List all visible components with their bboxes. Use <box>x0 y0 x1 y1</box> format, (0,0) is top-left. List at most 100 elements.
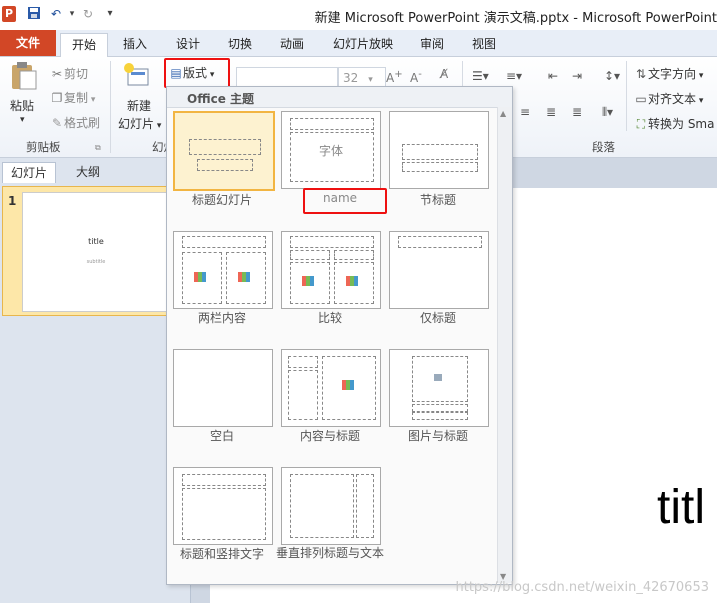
slides-outline-pane: 幻灯片 大纲 ✕ 1 title subtitle <box>0 158 191 603</box>
new-slide-dropdown-icon: ▾ <box>154 121 162 131</box>
layout-label: 垂直排列标题与文本 <box>275 546 384 560</box>
tab-design[interactable]: 设计 <box>168 33 208 55</box>
distribute-icon[interactable]: ≣ <box>572 105 582 119</box>
gallery-header-text: Office 主题 <box>187 92 255 106</box>
smartart-icon: ⛶ <box>636 117 646 131</box>
watermark-text: https://blog.csdn.net/weixin_42670653 <box>455 580 709 595</box>
layout-icon: ▤ <box>170 66 182 80</box>
layout-label: 版式 <box>183 66 208 80</box>
layout-button[interactable]: ▤版式 ▾ <box>169 64 214 81</box>
convert-smartart-button[interactable]: ⛶ 转换为 Sma <box>634 115 715 132</box>
layout-label: name <box>322 191 358 205</box>
copy-dropdown-icon[interactable]: ▾ <box>88 95 96 105</box>
paste-icon[interactable] <box>10 61 38 91</box>
layout-vertical-title-and-text[interactable] <box>281 467 381 545</box>
clipboard-launcher-icon[interactable]: ⧉ <box>95 143 101 153</box>
grow-font-icon[interactable]: A+ <box>386 69 403 85</box>
layout-label: 标题幻灯片 <box>191 193 252 207</box>
tab-slideshow[interactable]: 幻灯片放映 <box>326 33 400 55</box>
align-right-icon[interactable]: ≡ <box>520 105 530 119</box>
new-slide-icon[interactable] <box>122 61 152 89</box>
layout-name[interactable]: 字体 <box>281 111 381 189</box>
layout-label: 空白 <box>209 429 234 443</box>
powerpoint-app-icon[interactable]: P <box>2 6 16 22</box>
tab-animations[interactable]: 动画 <box>272 33 312 55</box>
layout-two-content[interactable] <box>173 231 273 309</box>
customize-quick-access-icon[interactable]: ▾ <box>102 6 118 22</box>
redo-icon[interactable]: ↻ <box>80 6 96 22</box>
font-size-value: 32 <box>343 71 359 85</box>
copy-button[interactable]: 复制 <box>64 91 88 105</box>
align-text-icon: ▭ <box>635 92 647 106</box>
layout-label: 图片与标题 <box>407 429 468 443</box>
text-direction-button[interactable]: ⇅ 文字方向 ▾ <box>634 65 703 82</box>
tab-file[interactable]: 文件 <box>0 30 56 56</box>
align-text-dropdown-icon: ▾ <box>696 96 704 106</box>
format-painter-row[interactable]: ✎ 格式刷 <box>50 114 100 131</box>
layout-label: 内容与标题 <box>299 429 360 443</box>
gallery-scrollbar[interactable]: ▲ ▼ <box>497 107 512 583</box>
title-bar: P ↶ ▾ ↻ ▾ 新建 Microsoft PowerPoint 演示文稿.p… <box>0 0 717 30</box>
paste-button[interactable]: 粘贴 <box>10 97 34 114</box>
layout-label: 节标题 <box>419 193 456 207</box>
new-slide-button[interactable]: 幻灯片 ▾ <box>118 115 161 132</box>
tab-slides-pane[interactable]: 幻灯片 <box>2 162 56 183</box>
tab-insert[interactable]: 插入 <box>114 33 156 55</box>
paragraph-group-label: 段落 <box>592 140 615 154</box>
new-slide-label-line1[interactable]: 新建 <box>127 97 151 114</box>
layout-title-vertical-text[interactable] <box>173 467 273 545</box>
layout-gallery-dropdown: Office 主题 标题幻灯片 字体 name 节标题 两栏内容 比较 仅标题 … <box>166 86 513 585</box>
paste-dropdown-icon[interactable]: ▾ <box>20 115 25 125</box>
tab-transitions[interactable]: 切换 <box>220 33 260 55</box>
save-icon[interactable] <box>26 6 42 22</box>
clipboard-group-label: 剪贴板 <box>26 140 61 154</box>
align-text-label: 对齐文本 <box>648 92 697 106</box>
numbering-icon[interactable]: ≡▾ <box>506 69 522 83</box>
thumbnail-title: title <box>88 237 104 246</box>
format-painter-button[interactable]: 格式刷 <box>64 116 100 130</box>
tab-outline-pane[interactable]: 大纲 <box>60 162 116 182</box>
layout-blank[interactable] <box>173 349 273 427</box>
slide-thumbnail[interactable]: title subtitle <box>22 192 170 312</box>
tab-view[interactable]: 视图 <box>464 33 504 55</box>
copy-row[interactable]: ❐ 复制 ▾ <box>50 89 96 106</box>
layout-label: 标题和竖排文字 <box>179 547 264 561</box>
bullets-icon[interactable]: ☰▾ <box>472 69 489 83</box>
layout-section-header[interactable] <box>389 111 489 189</box>
tab-home[interactable]: 开始 <box>60 33 108 58</box>
align-text-button[interactable]: ▭对齐文本 ▾ <box>634 90 703 107</box>
columns-icon[interactable]: ⫴▾ <box>602 105 613 120</box>
layout-title-only[interactable] <box>389 231 489 309</box>
layout-title-slide[interactable] <box>173 111 275 191</box>
thumbnail-subtitle: subtitle <box>86 259 106 265</box>
text-direction-label: 文字方向 <box>648 67 697 81</box>
layout-content-with-caption[interactable] <box>281 349 381 427</box>
scroll-up-icon[interactable]: ▲ <box>500 109 506 118</box>
layout-picture-with-caption[interactable] <box>389 349 489 427</box>
clear-format-icon[interactable]: A̸ <box>440 67 448 81</box>
layout-label: 比较 <box>317 311 342 325</box>
cut-button[interactable]: 剪切 <box>64 67 88 81</box>
picture-placeholder-icon <box>434 374 442 381</box>
layout-comparison[interactable] <box>281 231 381 309</box>
tab-review[interactable]: 审阅 <box>412 33 452 55</box>
group-divider <box>110 61 111 153</box>
slide-number: 1 <box>8 194 17 208</box>
gallery-header: Office 主题 <box>167 87 512 108</box>
shrink-font-icon[interactable]: A- <box>410 69 422 85</box>
slide-title-text[interactable]: titl <box>657 480 705 535</box>
scissors-icon: ✂ <box>51 67 63 81</box>
layout-placeholder-text: 字体 <box>318 144 343 158</box>
font-size-dropdown-icon: ▾ <box>368 75 373 85</box>
text-direction-dropdown-icon: ▾ <box>696 71 704 81</box>
line-spacing-icon[interactable]: ↕▾ <box>604 69 620 83</box>
undo-icon[interactable]: ↶ <box>48 6 64 22</box>
text-direction-icon: ⇅ <box>635 67 647 81</box>
increase-indent-icon[interactable]: ⇥ <box>572 69 582 83</box>
layout-label: 仅标题 <box>419 311 456 325</box>
convert-smartart-label: 转换为 Sma <box>648 117 715 131</box>
decrease-indent-icon[interactable]: ⇤ <box>548 69 558 83</box>
undo-dropdown-icon[interactable]: ▾ <box>64 6 80 22</box>
justify-icon[interactable]: ≣ <box>546 105 556 119</box>
cut-row[interactable]: ✂ 剪切 <box>50 65 88 82</box>
